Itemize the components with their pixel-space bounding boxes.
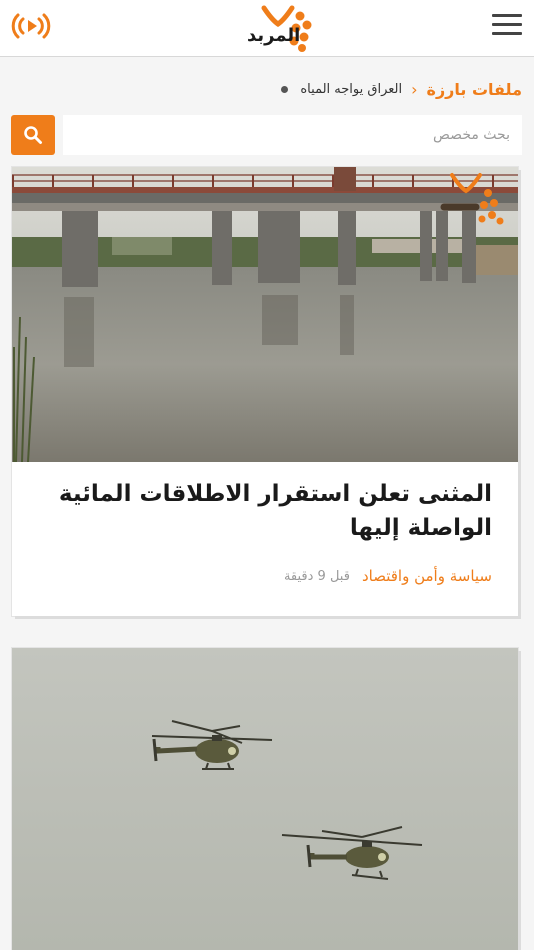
menu-line-icon xyxy=(492,32,522,35)
live-radio-button[interactable] xyxy=(8,6,54,46)
article-image-river-bridge[interactable] xyxy=(12,167,518,462)
site-logo[interactable]: المربد xyxy=(244,2,316,54)
article-image-helicopters[interactable] xyxy=(12,648,518,950)
article-meta: سياسة وأمن واقتصاد قبل 9 دقيقة xyxy=(284,567,492,585)
article-card[interactable]: المثنى تعلن استقرار الاطلاقات المائية ال… xyxy=(12,167,518,616)
search-bar xyxy=(11,115,522,155)
search-input[interactable] xyxy=(63,115,522,155)
article-title[interactable]: المثنى تعلن استقرار الاطلاقات المائية ال… xyxy=(52,477,492,545)
article-card[interactable] xyxy=(12,648,518,950)
article-category[interactable]: سياسة وأمن واقتصاد xyxy=(362,567,492,585)
hamburger-menu-button[interactable] xyxy=(492,14,522,42)
search-button[interactable] xyxy=(11,115,55,155)
search-icon xyxy=(24,126,42,144)
bullet-dot-icon xyxy=(281,85,289,93)
logo-text: المربد xyxy=(247,25,301,46)
breadcrumb-separator-icon: ‹ xyxy=(411,79,418,99)
broadcast-icon xyxy=(11,13,51,39)
breadcrumb-current-topic[interactable]: العراق يواجه المياه xyxy=(300,82,402,97)
top-bar: المربد xyxy=(0,0,534,57)
river-bridge-photo xyxy=(12,167,518,462)
menu-line-icon xyxy=(492,14,522,17)
breadcrumb: ملفات بارزة ‹ العراق يواجه المياه xyxy=(281,76,522,102)
helicopters-photo xyxy=(12,648,518,950)
menu-line-icon xyxy=(492,23,522,26)
article-time: قبل 9 دقيقة xyxy=(283,568,350,584)
breadcrumb-featured-files[interactable]: ملفات بارزة xyxy=(427,80,523,99)
